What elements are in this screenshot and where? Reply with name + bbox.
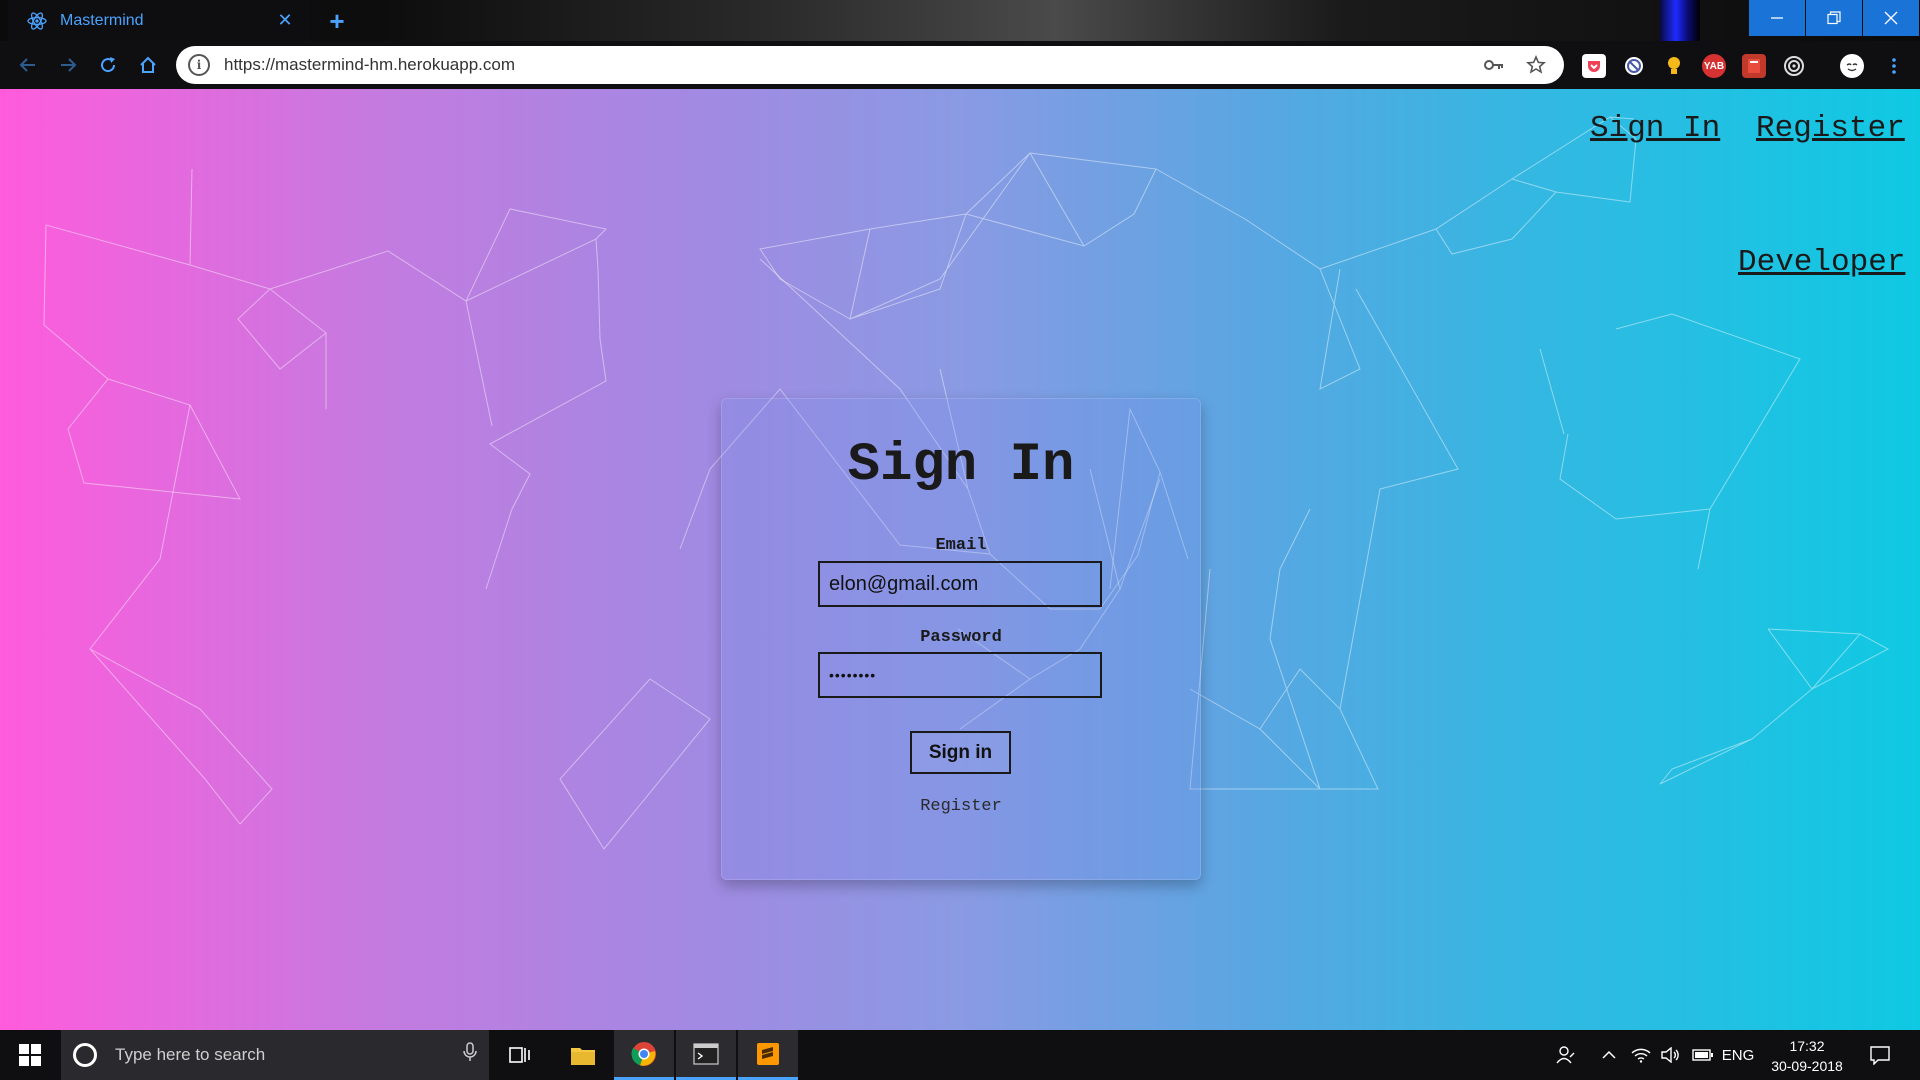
- taskbar-search[interactable]: Type here to search: [61, 1030, 489, 1080]
- profile-avatar-icon[interactable]: [1840, 54, 1864, 78]
- action-center-icon[interactable]: [1860, 1030, 1900, 1080]
- tab-title: Mastermind: [60, 11, 144, 29]
- lightbulb-icon[interactable]: [1662, 54, 1686, 78]
- target-icon[interactable]: [1782, 54, 1806, 78]
- email-label: Email: [935, 536, 987, 555]
- file-explorer-icon[interactable]: [553, 1030, 613, 1080]
- password-field[interactable]: ••••••••: [818, 652, 1102, 698]
- restore-button[interactable]: [1806, 0, 1862, 36]
- browser-tab-strip: Mastermind ✕ +: [0, 0, 1920, 41]
- nav-developer-link[interactable]: Developer: [1738, 245, 1905, 280]
- new-tab-button[interactable]: +: [322, 6, 352, 36]
- register-link[interactable]: Register: [722, 797, 1200, 816]
- terminal-icon[interactable]: [676, 1030, 736, 1080]
- minimize-button[interactable]: [1749, 0, 1805, 36]
- nav-signin-link[interactable]: Sign In: [1590, 111, 1720, 146]
- chrome-icon[interactable]: [614, 1030, 674, 1080]
- browser-toolbar: i https://mastermind-hm.herokuapp.com YA…: [0, 41, 1920, 89]
- signin-card: Sign In Email elon@gmail.com Password ••…: [721, 398, 1201, 880]
- wifi-icon[interactable]: [1626, 1030, 1656, 1080]
- reload-icon[interactable]: [94, 51, 122, 79]
- address-bar[interactable]: i https://mastermind-hm.herokuapp.com: [176, 46, 1564, 84]
- microphone-icon[interactable]: [463, 1042, 477, 1068]
- book-icon[interactable]: [1742, 54, 1766, 78]
- volume-icon[interactable]: [1656, 1030, 1686, 1080]
- clock-date: 30-09-2018: [1771, 1058, 1843, 1074]
- email-field[interactable]: elon@gmail.com: [818, 561, 1102, 607]
- forward-arrow-icon[interactable]: [54, 51, 82, 79]
- chevron-up-icon[interactable]: [1594, 1030, 1624, 1080]
- people-icon[interactable]: [1548, 1030, 1584, 1080]
- back-arrow-icon[interactable]: [14, 51, 42, 79]
- tabstrip-decoration: [1660, 0, 1700, 41]
- browser-tab[interactable]: Mastermind ✕: [8, 0, 310, 41]
- task-view-icon[interactable]: [490, 1030, 550, 1080]
- clock-time: 17:32: [1789, 1038, 1825, 1054]
- site-info-icon[interactable]: i: [188, 54, 210, 76]
- home-icon[interactable]: [134, 51, 162, 79]
- page-content: Sign In Register Developer Sign In Email…: [0, 89, 1920, 1030]
- bookmark-star-icon[interactable]: [1522, 51, 1550, 79]
- close-window-button[interactable]: [1863, 0, 1919, 36]
- battery-icon[interactable]: [1688, 1030, 1718, 1080]
- nav-register-link[interactable]: Register: [1756, 111, 1905, 146]
- pocket-icon[interactable]: [1582, 54, 1606, 78]
- signin-title: Sign In: [847, 435, 1075, 496]
- yab-icon[interactable]: YAB: [1702, 54, 1726, 78]
- taskbar-clock[interactable]: 17:32 30-09-2018: [1752, 1036, 1862, 1076]
- react-atom-icon: [26, 10, 48, 32]
- tab-close-icon[interactable]: ✕: [274, 10, 296, 32]
- windows-start-icon[interactable]: [0, 1030, 60, 1080]
- address-url[interactable]: https://mastermind-hm.herokuapp.com: [224, 55, 1466, 75]
- taskbar-search-placeholder: Type here to search: [115, 1045, 266, 1064]
- password-label: Password: [920, 628, 1002, 647]
- kebab-menu-icon[interactable]: [1882, 54, 1906, 78]
- signin-button[interactable]: Sign in: [910, 731, 1011, 774]
- windows-taskbar: Type here to search ENG 17:32 30-09-2018: [0, 1030, 1920, 1080]
- cortana-icon: [73, 1043, 97, 1067]
- key-icon[interactable]: [1480, 51, 1508, 79]
- blocker-icon[interactable]: [1622, 54, 1646, 78]
- sublime-text-icon[interactable]: [738, 1030, 798, 1080]
